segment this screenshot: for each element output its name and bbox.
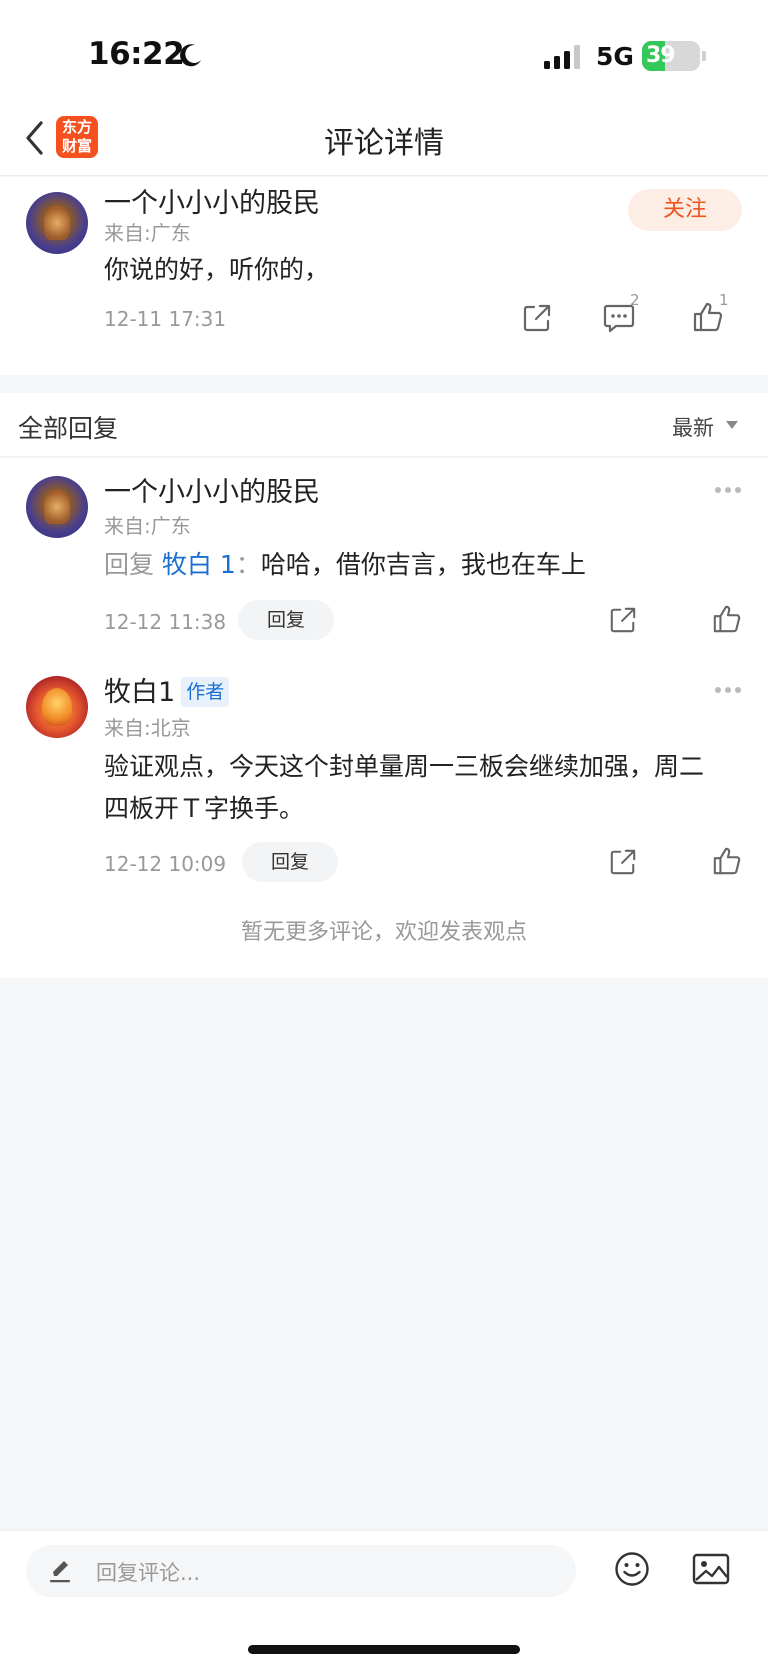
replies-title: 全部回复 — [18, 414, 119, 443]
signal-icon — [544, 45, 580, 69]
reply-text: 验证观点，今天这个封单量周一三板会继续加强，周二 四板开Ｔ字换手。 — [104, 746, 744, 830]
more-icon[interactable] — [714, 486, 742, 494]
share-icon[interactable] — [522, 303, 552, 333]
reply-location: 来自:北京 — [104, 716, 191, 740]
like-icon[interactable] — [712, 846, 742, 876]
avatar[interactable] — [26, 192, 88, 254]
reply-body: 哈哈，借你吉言，我也在车上 — [260, 550, 586, 579]
reply-username[interactable]: 一个小小小的股民 — [104, 470, 320, 509]
image-icon[interactable] — [692, 1553, 730, 1585]
reply-input-placeholder: 回复评论... — [96, 1561, 201, 1585]
moon-icon — [180, 44, 201, 67]
battery-icon: 39 — [642, 41, 700, 71]
reply-target-link[interactable]: 牧白 1 — [162, 550, 236, 579]
nav-bar: 东方 财富 评论详情 — [0, 100, 768, 176]
pen-icon — [50, 1561, 70, 1583]
share-icon[interactable] — [609, 848, 637, 876]
reply-timestamp: 12-12 11:38 — [104, 610, 227, 634]
reply-username-text: 牧白1 — [104, 677, 176, 708]
bottom-bar: 回复评论... — [0, 1530, 768, 1669]
home-indicator — [248, 1645, 520, 1654]
reply-text-line-2: 四板开Ｔ字换手。 — [104, 794, 305, 823]
avatar[interactable] — [26, 676, 88, 738]
avatar[interactable] — [26, 476, 88, 538]
reply-username[interactable]: 牧白1 作者 — [104, 670, 230, 709]
battery-percent: 39 — [646, 43, 676, 68]
no-more-comments: 暂无更多评论，欢迎发表观点 — [240, 920, 527, 945]
page-title: 评论详情 — [324, 126, 444, 161]
follow-button[interactable]: 关注 — [628, 189, 742, 231]
replies-list: 一个小小小的股民 来自:广东 回复 牧白 1：哈哈，借你吉言，我也在车上 12-… — [0, 458, 768, 978]
more-icon[interactable] — [714, 686, 742, 694]
reply-button[interactable]: 回复 — [238, 600, 334, 640]
reply-timestamp: 12-12 10:09 — [104, 852, 227, 876]
main-comment: 一个小小小的股民 来自:广东 关注 你说的好，听你的， 12-11 17:31 … — [0, 177, 768, 375]
chevron-down-icon[interactable] — [726, 421, 738, 429]
comment-timestamp: 12-11 17:31 — [104, 307, 227, 331]
status-bar: 16:22 5G 39 — [0, 0, 768, 100]
comment-count: 2 — [630, 291, 640, 309]
battery-cap — [702, 51, 706, 61]
reply-colon: ： — [235, 550, 261, 579]
replies-header: 全部回复 最新 — [0, 393, 768, 457]
emoji-icon[interactable] — [614, 1551, 650, 1587]
reply-location: 来自:广东 — [104, 514, 191, 538]
comment-text: 你说的好，听你的， — [104, 255, 330, 284]
status-time: 16:22 — [88, 36, 185, 72]
share-icon[interactable] — [609, 606, 637, 634]
reply-text-line-1: 验证观点，今天这个封单量周一三板会继续加强，周二 — [104, 752, 705, 781]
reply-text: 回复 牧白 1：哈哈，借你吉言，我也在车上 — [104, 544, 586, 586]
reply-button[interactable]: 回复 — [242, 842, 338, 882]
reply-prefix: 回复 — [104, 550, 162, 579]
like-count: 1 — [719, 291, 729, 309]
comment-username[interactable]: 一个小小小的股民 — [104, 181, 320, 220]
sort-dropdown[interactable]: 最新 — [672, 412, 714, 442]
author-badge: 作者 — [181, 677, 230, 707]
comment-location: 来自:广东 — [104, 221, 191, 245]
reply-input[interactable]: 回复评论... — [26, 1545, 576, 1597]
like-icon[interactable] — [712, 604, 742, 634]
network-type: 5G — [596, 42, 634, 71]
